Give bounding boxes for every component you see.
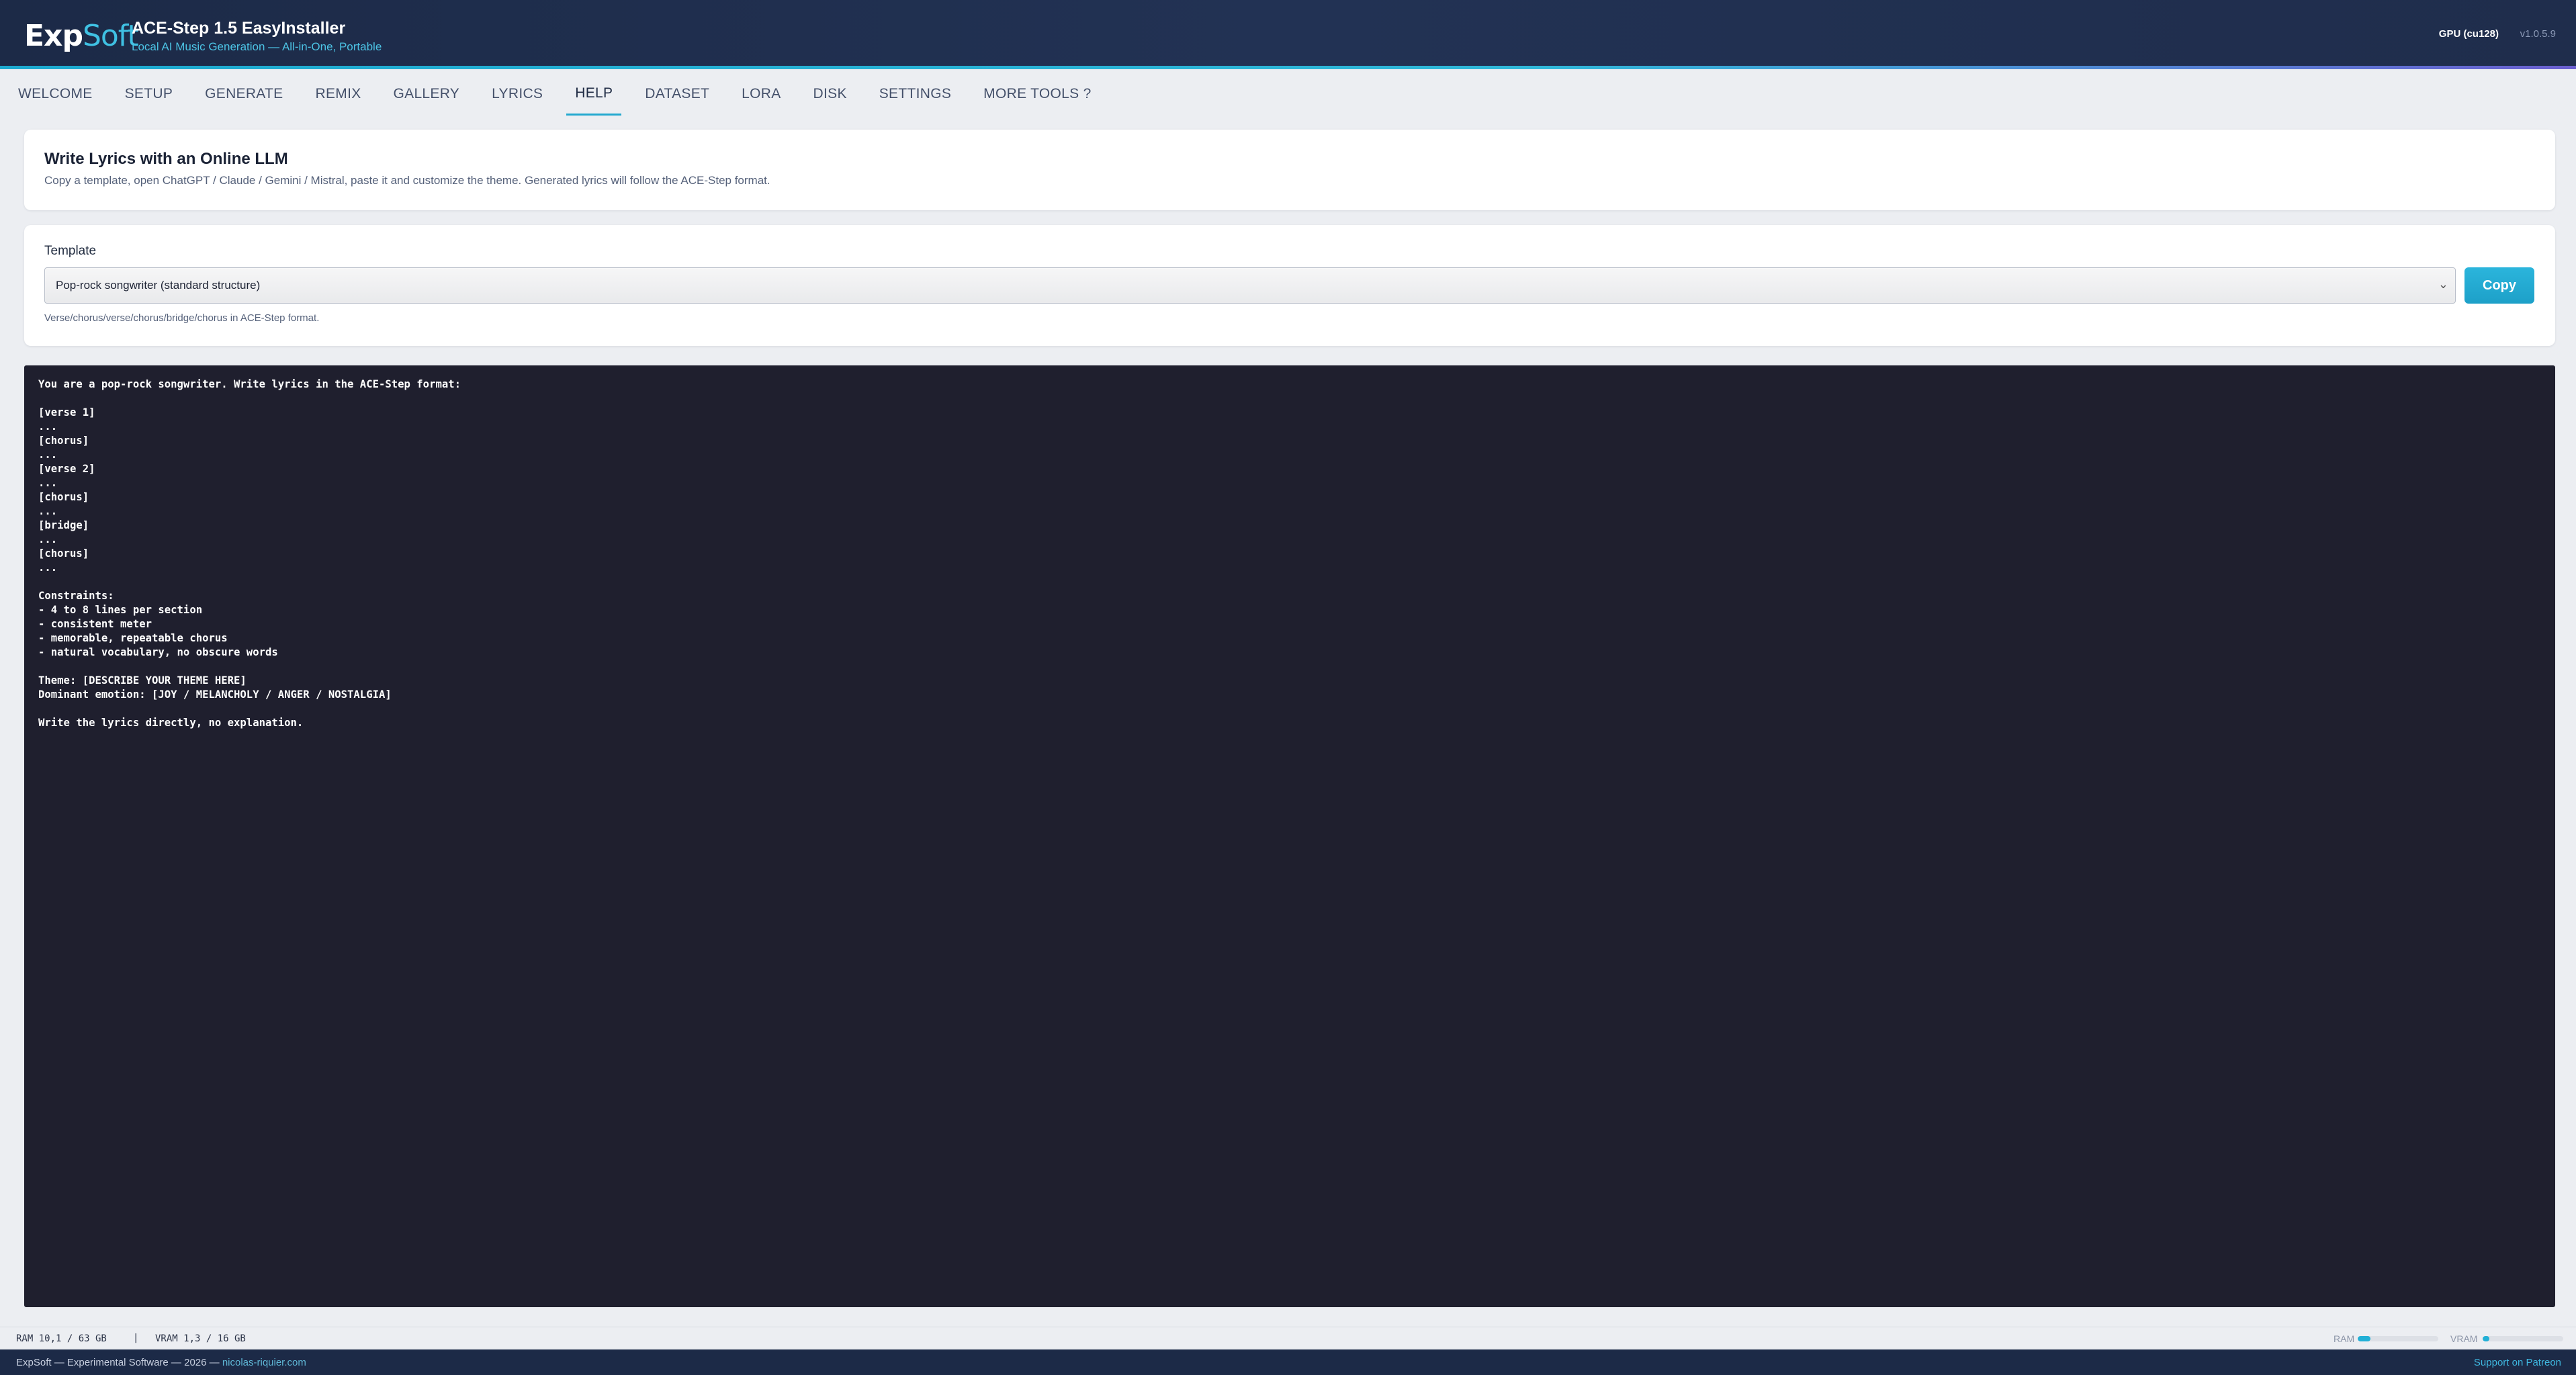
app-subtitle: Local AI Music Generation — All-in-One, … <box>132 40 382 53</box>
vram-meter-label: VRAM <box>2450 1333 2478 1344</box>
tab-help[interactable]: HELP <box>566 73 622 116</box>
intro-card: Write Lyrics with an Online LLM Copy a t… <box>24 130 2555 210</box>
vram-meter-fill <box>2483 1336 2489 1341</box>
chevron-down-icon: ⌄ <box>2438 277 2448 292</box>
gpu-badge: GPU (cu128) <box>2438 28 2499 40</box>
footer-website-link[interactable]: nicolas-riquier.com <box>222 1357 306 1368</box>
app-footer: ExpSoft — Experimental Software — 2026 —… <box>0 1349 2576 1375</box>
template-card: Template Pop-rock songwriter (standard s… <box>24 225 2555 346</box>
tab-welcome[interactable]: WELCOME <box>9 73 101 116</box>
status-bar: RAM 10,1 / 63 GB | VRAM 1,3 / 16 GB RAM … <box>0 1327 2576 1349</box>
template-hint: Verse/chorus/verse/chorus/bridge/chorus … <box>44 312 320 324</box>
expsoft-logo: ExpSoft <box>24 19 139 54</box>
tab-gallery[interactable]: GALLERY <box>385 73 469 116</box>
vram-meter <box>2483 1336 2563 1341</box>
template-select[interactable]: Pop-rock songwriter (standard structure)… <box>44 267 2456 304</box>
logo-soft-text: Soft <box>82 19 139 53</box>
footer-credits: ExpSoft — Experimental Software — 2026 —… <box>16 1357 306 1368</box>
footer-text: ExpSoft — Experimental Software — 2026 — <box>16 1357 222 1368</box>
tab-lora[interactable]: LORA <box>733 73 789 116</box>
ram-usage-text: RAM 10,1 / 63 GB <box>16 1333 107 1344</box>
vram-usage-text: VRAM 1,3 / 16 GB <box>155 1333 246 1344</box>
status-separator: | <box>133 1333 139 1343</box>
patreon-support-link[interactable]: Support on Patreon <box>2474 1357 2561 1368</box>
tab-remix[interactable]: REMIX <box>307 73 370 116</box>
intro-description: Copy a template, open ChatGPT / Claude /… <box>44 174 770 187</box>
intro-title: Write Lyrics with an Online LLM <box>44 150 288 168</box>
tab-disk[interactable]: DISK <box>805 73 856 116</box>
tab-settings[interactable]: SETTINGS <box>871 73 960 116</box>
template-label: Template <box>44 244 97 258</box>
tab-generate[interactable]: GENERATE <box>196 73 292 116</box>
tab-dataset[interactable]: DATASET <box>636 73 718 116</box>
app-header: ExpSoft ACE-Step 1.5 EasyInstaller Local… <box>0 0 2576 69</box>
main-tabs: WELCOME SETUP GENERATE REMIX GALLERY LYR… <box>0 73 2576 116</box>
prompt-text-area[interactable]: You are a pop-rock songwriter. Write lyr… <box>24 365 2555 1307</box>
ram-meter-label: RAM <box>2334 1333 2355 1344</box>
ram-meter-fill <box>2358 1336 2371 1341</box>
template-selected-value: Pop-rock songwriter (standard structure) <box>56 279 261 292</box>
logo-exp-text: Exp <box>24 19 83 53</box>
tab-setup[interactable]: SETUP <box>116 73 182 116</box>
version-label: v1.0.5.9 <box>2520 28 2556 40</box>
app-title: ACE-Step 1.5 EasyInstaller <box>132 19 346 38</box>
ram-meter <box>2358 1336 2438 1341</box>
tab-lyrics[interactable]: LYRICS <box>483 73 551 116</box>
tab-more-tools[interactable]: MORE TOOLS ? <box>975 73 1100 116</box>
copy-button[interactable]: Copy <box>2464 267 2534 304</box>
